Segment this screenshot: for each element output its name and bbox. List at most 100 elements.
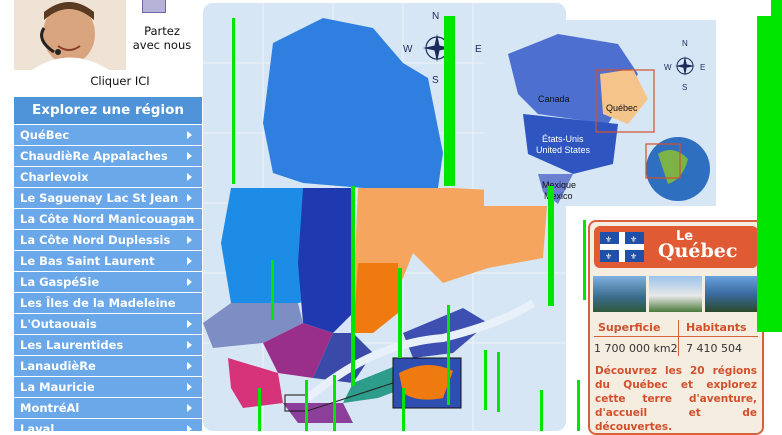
promo-text: Partez avec nous: [124, 24, 200, 52]
arrow-right-icon: [187, 341, 192, 349]
card-title-quebec: Québec: [658, 240, 738, 262]
arrow-right-icon: [187, 173, 192, 181]
map-compass-s: S: [432, 75, 439, 86]
arrow-right-icon: [187, 383, 192, 391]
overlay-bar: [232, 18, 235, 184]
card-description: Découvrez les 20 régions du Québec et ex…: [595, 365, 757, 433]
overlay-bar: [271, 260, 274, 320]
menu-item-label: La Côte Nord Duplessis: [20, 233, 171, 247]
inset-label-canada: Canada: [538, 94, 570, 104]
overlay-bar: [497, 352, 500, 412]
agent-photo-image: [14, 0, 126, 70]
overlay-bar: [351, 186, 355, 386]
svg-text:⚜: ⚜: [630, 235, 637, 244]
menu-item[interactable]: La Mauricie: [14, 377, 202, 397]
svg-text:⚜: ⚜: [605, 252, 612, 261]
menu-item[interactable]: ChaudièRe Appalaches: [14, 146, 202, 166]
north-america-inset[interactable]: N W E S Canada Québec États-Unis United …: [478, 14, 718, 212]
photo-cathedral: [705, 276, 758, 312]
card-header: ⚜ ⚜ ⚜ ⚜ Le Québec: [594, 226, 758, 268]
map-compass-n: N: [432, 11, 439, 22]
quebec-info-card[interactable]: ⚜ ⚜ ⚜ ⚜ Le Québec Superficie Habitants 1…: [588, 220, 764, 435]
inset-label-usa-2: United States: [536, 145, 591, 155]
inset-compass-e: E: [700, 63, 705, 72]
menu-item[interactable]: MontréAl: [14, 398, 202, 418]
menu-item[interactable]: Le Saguenay Lac St Jean: [14, 188, 202, 208]
photo-church: [649, 276, 702, 312]
stats-divider: [594, 336, 758, 337]
menu-item-label: Le Saguenay Lac St Jean: [20, 191, 179, 205]
region-menu: Explorez une région QuéBec ChaudièRe Appa…: [14, 97, 202, 431]
overlay-bar: [484, 350, 487, 410]
arrow-right-icon: [187, 425, 192, 431]
agent-photo[interactable]: [14, 0, 126, 70]
region-saguenay[interactable]: [298, 188, 353, 333]
inset-compass-n: N: [682, 39, 688, 48]
arrow-right-icon: [187, 152, 192, 160]
inset-compass-s: S: [682, 83, 687, 92]
menu-item-label: MontréAl: [20, 401, 80, 415]
overlay-bar: [305, 380, 308, 431]
menu-item[interactable]: Les Laurentides: [14, 335, 202, 355]
superficie-label: Superficie: [598, 321, 661, 334]
superficie-value: 1 700 000 km2: [594, 342, 678, 355]
overlay-bar: [757, 16, 782, 332]
menu-item[interactable]: La Côte Nord Manicouagan: [14, 209, 202, 229]
menu-item-label: Les Îles de la Madeleine: [20, 296, 176, 310]
menu-item[interactable]: Le Bas Saint Laurent: [14, 251, 202, 271]
map-compass-w: W: [403, 44, 413, 55]
inset-map-drawing: N W E S Canada Québec États-Unis United …: [484, 20, 716, 206]
menu-item-label: Charlevoix: [20, 170, 89, 184]
menu-item[interactable]: Les Îles de la Madeleine: [14, 293, 202, 313]
menu-item-label: ChaudièRe Appalaches: [20, 149, 168, 163]
inset-label-usa-1: États-Unis: [542, 134, 584, 144]
svg-text:⚜: ⚜: [605, 235, 612, 244]
menu-item[interactable]: L'Outaouais: [14, 314, 202, 334]
overlay-bar: [771, 0, 782, 16]
menu-item-label: Laval: [20, 422, 55, 431]
promo-icon: [142, 0, 166, 13]
menu-items: QuéBec ChaudièRe Appalaches Charlevoix Le S…: [14, 125, 202, 431]
menu-item-label: Les Laurentides: [20, 338, 124, 352]
arrow-right-icon: [187, 257, 192, 265]
habitants-value: 7 410 504: [686, 342, 742, 355]
arrow-right-icon: [187, 362, 192, 370]
arrow-right-icon: [187, 320, 192, 328]
arrow-right-icon: [187, 194, 192, 202]
arrow-right-icon: [187, 278, 192, 286]
svg-text:⚜: ⚜: [630, 252, 637, 261]
arrow-right-icon: [187, 131, 192, 139]
menu-item[interactable]: La Côte Nord Duplessis: [14, 230, 202, 250]
promo-text-line1: Partez: [144, 24, 180, 38]
habitants-label: Habitants: [686, 321, 747, 334]
stats-vdivider: [678, 320, 679, 356]
promo-link[interactable]: Cliquer ICI: [70, 74, 170, 88]
menu-item[interactable]: QuéBec: [14, 125, 202, 145]
quebec-flag-icon: ⚜ ⚜ ⚜ ⚜: [600, 232, 644, 262]
menu-item[interactable]: Charlevoix: [14, 167, 202, 187]
arrow-right-icon: [187, 215, 192, 223]
photo-fjord: [593, 276, 646, 312]
promo-text-line2: avec nous: [132, 38, 192, 52]
menu-item-label: La GaspéSie: [20, 275, 100, 289]
menu-item-label: LanaudièRe: [20, 359, 96, 373]
menu-item[interactable]: Laval: [14, 419, 202, 431]
arrow-right-icon: [187, 236, 192, 244]
menu-item-label: Le Bas Saint Laurent: [20, 254, 155, 268]
inset-label-quebec: Québec: [606, 103, 638, 113]
menu-item-label: La Côte Nord Manicouagan: [20, 212, 195, 226]
overlay-bar: [258, 388, 261, 431]
overlay-bar: [444, 16, 455, 186]
overlay-bar: [333, 375, 336, 431]
menu-item[interactable]: LanaudièRe: [14, 356, 202, 376]
menu-item-label: L'Outaouais: [20, 317, 97, 331]
menu-item[interactable]: La GaspéSie: [14, 272, 202, 292]
arrow-right-icon: [187, 404, 192, 412]
left-panel: Partez avec nous Cliquer ICI Explorez un…: [0, 0, 205, 431]
overlay-bar: [447, 305, 450, 405]
inset-compass-w: W: [664, 63, 672, 72]
overlay-bar: [540, 390, 543, 431]
overlay-bar: [398, 268, 402, 358]
overlay-bar: [548, 186, 554, 306]
overlay-bar: [402, 388, 405, 431]
